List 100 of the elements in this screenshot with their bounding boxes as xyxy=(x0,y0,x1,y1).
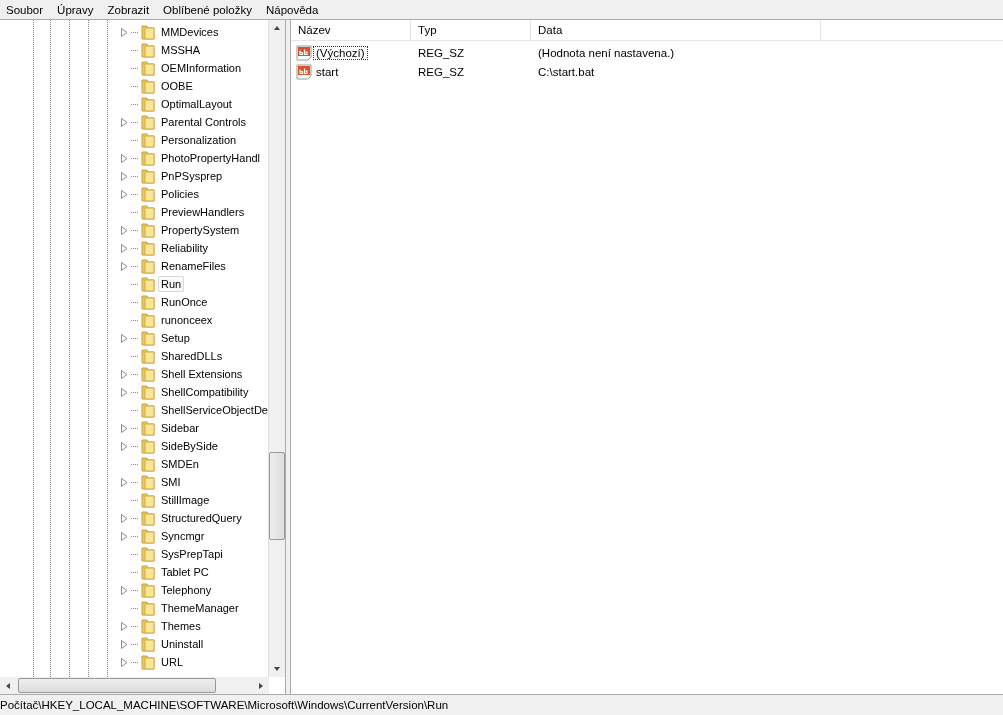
tree-item[interactable]: Run xyxy=(158,276,185,292)
folder-icon xyxy=(140,366,156,382)
tree-item[interactable]: SideBySide xyxy=(158,438,221,454)
menu-item[interactable]: Zobrazit xyxy=(107,3,150,16)
menu-item[interactable]: Soubor xyxy=(6,3,44,16)
folder-icon xyxy=(140,582,156,598)
folder-icon xyxy=(140,546,156,562)
expand-arrow-icon[interactable] xyxy=(121,261,128,271)
value-type: REG_SZ xyxy=(418,46,464,59)
expand-arrow-icon[interactable] xyxy=(121,531,128,541)
expand-arrow-icon[interactable] xyxy=(121,477,128,487)
tree-item[interactable]: Syncmgr xyxy=(158,528,208,544)
tree-item[interactable]: RenameFiles xyxy=(158,258,229,274)
value-data: C:\start.bat xyxy=(538,65,595,78)
value-name[interactable]: start xyxy=(313,64,342,79)
folder-icon xyxy=(140,492,156,508)
folder-icon xyxy=(140,168,156,184)
expand-arrow-icon[interactable] xyxy=(121,441,128,451)
tree-item[interactable]: SharedDLLs xyxy=(158,348,226,364)
folder-icon xyxy=(140,420,156,436)
horizontal-scrollbar[interactable] xyxy=(0,677,269,694)
expand-arrow-icon[interactable] xyxy=(121,423,128,433)
tree-item[interactable]: Sidebar xyxy=(158,420,202,436)
tree-item[interactable]: Tablet PC xyxy=(158,564,212,580)
tree-item[interactable]: StructuredQuery xyxy=(158,510,245,526)
tree-item[interactable]: ShellServiceObjectDe xyxy=(158,402,268,418)
expand-arrow-icon[interactable] xyxy=(121,171,128,181)
folder-icon xyxy=(140,186,156,202)
string-value-icon xyxy=(296,44,312,61)
folder-icon xyxy=(140,96,156,112)
expand-arrow-icon[interactable] xyxy=(121,657,128,667)
status-path: Počítač\HKEY_LOCAL_MACHINE\SOFTWARE\Microsoft\Windows\CurrentVersion\Run xyxy=(0,699,449,711)
folder-icon xyxy=(140,60,156,76)
tree-item[interactable]: PreviewHandlers xyxy=(158,204,248,220)
expand-arrow-icon[interactable] xyxy=(121,27,128,37)
expand-arrow-icon[interactable] xyxy=(121,333,128,343)
expand-arrow-icon[interactable] xyxy=(121,585,128,595)
menu-item[interactable]: Úpravy xyxy=(57,3,94,16)
tree-item[interactable]: PhotoPropertyHandl xyxy=(158,150,264,166)
expand-arrow-icon[interactable] xyxy=(121,387,128,397)
column-header[interactable]: Typ xyxy=(411,20,531,40)
expand-arrow-icon[interactable] xyxy=(121,189,128,199)
tree-item[interactable]: PropertySystem xyxy=(158,222,243,238)
folder-icon xyxy=(140,564,156,580)
tree-item[interactable]: ShellCompatibility xyxy=(158,384,252,400)
tree-item[interactable]: MSSHA xyxy=(158,42,204,58)
tree-item[interactable]: Uninstall xyxy=(158,636,207,652)
menu-item[interactable]: Oblíbené položky xyxy=(163,3,252,16)
tree-item[interactable]: SMI xyxy=(158,474,184,490)
tree-item[interactable]: OOBE xyxy=(158,78,196,94)
tree-item[interactable]: Policies xyxy=(158,186,202,202)
column-header[interactable]: Data xyxy=(531,20,821,40)
tree-item[interactable]: Setup xyxy=(158,330,193,346)
tree-item[interactable]: ThemeManager xyxy=(158,600,242,616)
tree-item[interactable]: StillImage xyxy=(158,492,213,508)
folder-icon xyxy=(140,276,156,292)
tree-item[interactable]: OEMInformation xyxy=(158,60,245,76)
folder-icon xyxy=(140,384,156,400)
string-value-icon xyxy=(296,63,312,80)
expand-arrow-icon[interactable] xyxy=(121,225,128,235)
expand-arrow-icon[interactable] xyxy=(121,621,128,631)
tree-item[interactable]: RunOnce xyxy=(158,294,211,310)
folder-icon xyxy=(140,204,156,220)
value-name[interactable]: (Výchozí) xyxy=(313,45,368,60)
folder-icon xyxy=(140,600,156,616)
scroll-thumb[interactable] xyxy=(269,452,285,540)
expand-arrow-icon[interactable] xyxy=(121,243,128,253)
tree-item[interactable]: Telephony xyxy=(158,582,215,598)
folder-icon xyxy=(140,312,156,328)
tree-item[interactable]: Personalization xyxy=(158,132,240,148)
column-header[interactable]: Název xyxy=(291,20,411,40)
tree-item[interactable]: PnPSysprep xyxy=(158,168,226,184)
menu-item[interactable]: Nápověda xyxy=(265,3,319,16)
folder-icon xyxy=(140,150,156,166)
tree-item[interactable]: OptimalLayout xyxy=(158,96,235,112)
folder-icon xyxy=(140,402,156,418)
tree-item[interactable]: Reliability xyxy=(158,240,212,256)
tree-item[interactable]: SMDEn xyxy=(158,456,202,472)
tree-item[interactable]: Parental Controls xyxy=(158,114,249,130)
folder-icon xyxy=(140,42,156,58)
folder-icon xyxy=(140,222,156,238)
value-data: (Hodnota není nastavena.) xyxy=(538,46,675,59)
tree-item[interactable]: SysPrepTapi xyxy=(158,546,226,562)
tree-item[interactable]: Shell Extensions xyxy=(158,366,246,382)
expand-arrow-icon[interactable] xyxy=(121,639,128,649)
tree-item[interactable]: MMDevices xyxy=(158,24,222,40)
folder-icon xyxy=(140,618,156,634)
vertical-scrollbar[interactable] xyxy=(268,20,285,677)
folder-icon xyxy=(140,474,156,490)
tree-item[interactable]: Themes xyxy=(158,618,204,634)
scroll-thumb[interactable] xyxy=(18,678,216,693)
tree-item[interactable]: URL xyxy=(158,654,186,670)
tree-item[interactable]: runonceex xyxy=(158,312,216,328)
expand-arrow-icon[interactable] xyxy=(121,513,128,523)
expand-arrow-icon[interactable] xyxy=(121,369,128,379)
folder-icon xyxy=(140,258,156,274)
expand-arrow-icon[interactable] xyxy=(121,117,128,127)
folder-icon xyxy=(140,654,156,670)
expand-arrow-icon[interactable] xyxy=(121,153,128,163)
folder-icon xyxy=(140,114,156,130)
